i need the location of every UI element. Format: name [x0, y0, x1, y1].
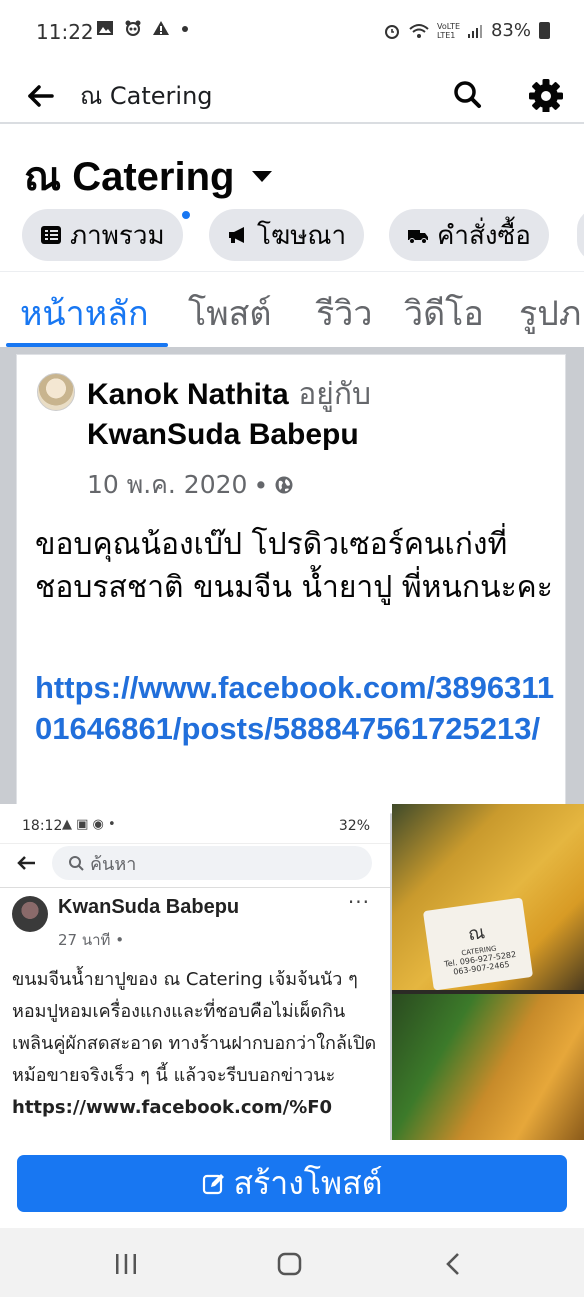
- truck-icon: [408, 230, 428, 244]
- gear-icon: [529, 79, 563, 113]
- meta-separator: •: [253, 470, 269, 500]
- recent-apps-icon[interactable]: [112, 1250, 140, 1278]
- status-bar: 11:22 VoLTE LTE1 83%: [0, 0, 584, 64]
- post-text: ขอบคุณน้องเบ๊ป โปรดิวเซอร์คนเก่งที่ชอบรส…: [35, 527, 553, 605]
- embedded-author-avatar: [12, 896, 48, 932]
- tab-posts[interactable]: โพสต์: [188, 286, 272, 340]
- battery-icon: [539, 22, 550, 39]
- status-right: VoLTE LTE1 83%: [383, 20, 550, 41]
- post-link-text[interactable]: https://www.facebook.com/389631101646861…: [35, 670, 554, 746]
- post-author-name[interactable]: Kanok Nathita: [87, 378, 289, 411]
- search-button[interactable]: [448, 72, 488, 112]
- create-post-bar: สร้างโพสต์: [0, 1140, 584, 1228]
- globe-icon: [275, 476, 293, 494]
- warning-icon: [153, 21, 169, 35]
- list-icon: [41, 226, 61, 244]
- tab-photos[interactable]: รูปภ: [519, 286, 581, 340]
- status-time: 11:22: [36, 20, 94, 44]
- post-link[interactable]: https://www.facebook.com/389631101646861…: [35, 667, 555, 749]
- embedded-status-icons: ▲ ▣ ◉ •: [62, 817, 116, 832]
- chip-overview[interactable]: ภาพรวม: [22, 209, 183, 261]
- chip-overview-label: ภาพรวม: [70, 220, 165, 251]
- network-label: VoLTE LTE1: [436, 21, 461, 40]
- settings-button[interactable]: [526, 72, 566, 113]
- wifi-icon: [409, 23, 429, 38]
- food-photo[interactable]: ณ CATERING Tel. 096-927-5282 063-907-246…: [392, 804, 584, 1140]
- embedded-search-bar: ค้นหา: [0, 844, 390, 888]
- embedded-search-placeholder: ค้นหา: [90, 853, 137, 875]
- page-tabs: หน้าหลัก โพสต์ รีวิว วิดีโอ รูปภ: [0, 271, 584, 347]
- more-options-icon: ···: [347, 890, 370, 914]
- page-name: ณ Catering: [24, 155, 235, 199]
- chip-orders-label: คำสั่งซื้อ: [437, 220, 531, 251]
- notification-dot: [180, 209, 192, 221]
- back-nav-icon[interactable]: [440, 1250, 468, 1278]
- tab-videos[interactable]: วิดีโอ: [404, 286, 484, 340]
- create-post-button[interactable]: สร้างโพสต์: [17, 1155, 567, 1212]
- panda-icon: [125, 20, 141, 36]
- home-icon[interactable]: [276, 1250, 304, 1278]
- caret-down-icon: [252, 170, 273, 182]
- post-card: Kanok Nathita อยู่กับ KwanSuda Babepu 10…: [16, 354, 566, 814]
- app-bar: ณ Catering: [0, 64, 584, 124]
- author-avatar[interactable]: [37, 373, 75, 411]
- image-icon: [97, 21, 113, 35]
- page-action-chips: ภาพรวม โฆษณา คำสั่งซื้อ: [22, 209, 584, 261]
- dot-icon: [182, 26, 188, 32]
- search-icon: [454, 81, 481, 108]
- chip-ads[interactable]: โฆษณา: [209, 209, 365, 261]
- tab-reviews[interactable]: รีวิว: [316, 286, 372, 340]
- embedded-battery-level: 32%: [338, 818, 370, 834]
- create-post-label: สร้างโพสต์: [233, 1164, 383, 1202]
- embedded-status-time: 18:12: [22, 818, 63, 834]
- page-name-switcher[interactable]: ณ Catering: [24, 148, 273, 204]
- embedded-search-field: ค้นหา: [52, 846, 372, 880]
- post-meta: 10 พ.ค. 2020 •: [87, 465, 294, 505]
- system-nav-bar: [0, 1228, 584, 1297]
- embedded-screenshot-image[interactable]: 18:12 ▲ ▣ ◉ • 32% ค้นหา KwanSuda Babepu …: [0, 804, 390, 1140]
- embedded-post-meta: 27 นาที •: [58, 931, 125, 949]
- chip-ads-label: โฆษณา: [257, 220, 347, 251]
- back-arrow-icon: [28, 85, 54, 107]
- battery-level: 83%: [490, 20, 531, 41]
- alarm-icon: [384, 24, 399, 39]
- food-photo-curry-box: ณ CATERING Tel. 096-927-5282 063-907-246…: [392, 804, 584, 991]
- post-with-text: อยู่กับ: [288, 377, 372, 412]
- post-date[interactable]: 10 พ.ค. 2020: [87, 465, 247, 505]
- embedded-post-link: https://www.facebook.com/%F0: [12, 1097, 333, 1118]
- chip-more[interactable]: [577, 209, 584, 261]
- post-tagged-name[interactable]: KwanSuda Babepu: [87, 418, 359, 451]
- back-arrow-icon: [17, 856, 35, 870]
- embedded-status-bar: 18:12 ▲ ▣ ◉ • 32%: [0, 804, 390, 844]
- food-box-label: ณ CATERING Tel. 096-927-5282 063-907-246…: [422, 897, 534, 991]
- status-notification-icons: [96, 20, 190, 36]
- embedded-post-body: ขนมจีนน้ำยาปูของ ณ Catering เจ้มจ้นนัว ๆ…: [12, 969, 377, 1086]
- post-author-line: Kanok Nathita อยู่กับ KwanSuda Babepu: [87, 375, 557, 455]
- embedded-post-text: ขนมจีนน้ำยาปูของ ณ Catering เจ้มจ้นนัว ๆ…: [12, 964, 382, 1124]
- search-icon: [69, 856, 84, 871]
- compose-icon: [202, 1173, 224, 1194]
- megaphone-icon: [229, 227, 244, 243]
- embedded-author-name: KwanSuda Babepu: [58, 896, 240, 918]
- back-button[interactable]: [22, 72, 62, 112]
- food-photo-vegetables: [392, 994, 584, 1140]
- tab-home[interactable]: หน้าหลัก: [20, 286, 149, 340]
- chip-orders[interactable]: คำสั่งซื้อ: [389, 209, 549, 261]
- app-bar-title: ณ Catering: [80, 82, 213, 110]
- signal-icon: [467, 24, 482, 38]
